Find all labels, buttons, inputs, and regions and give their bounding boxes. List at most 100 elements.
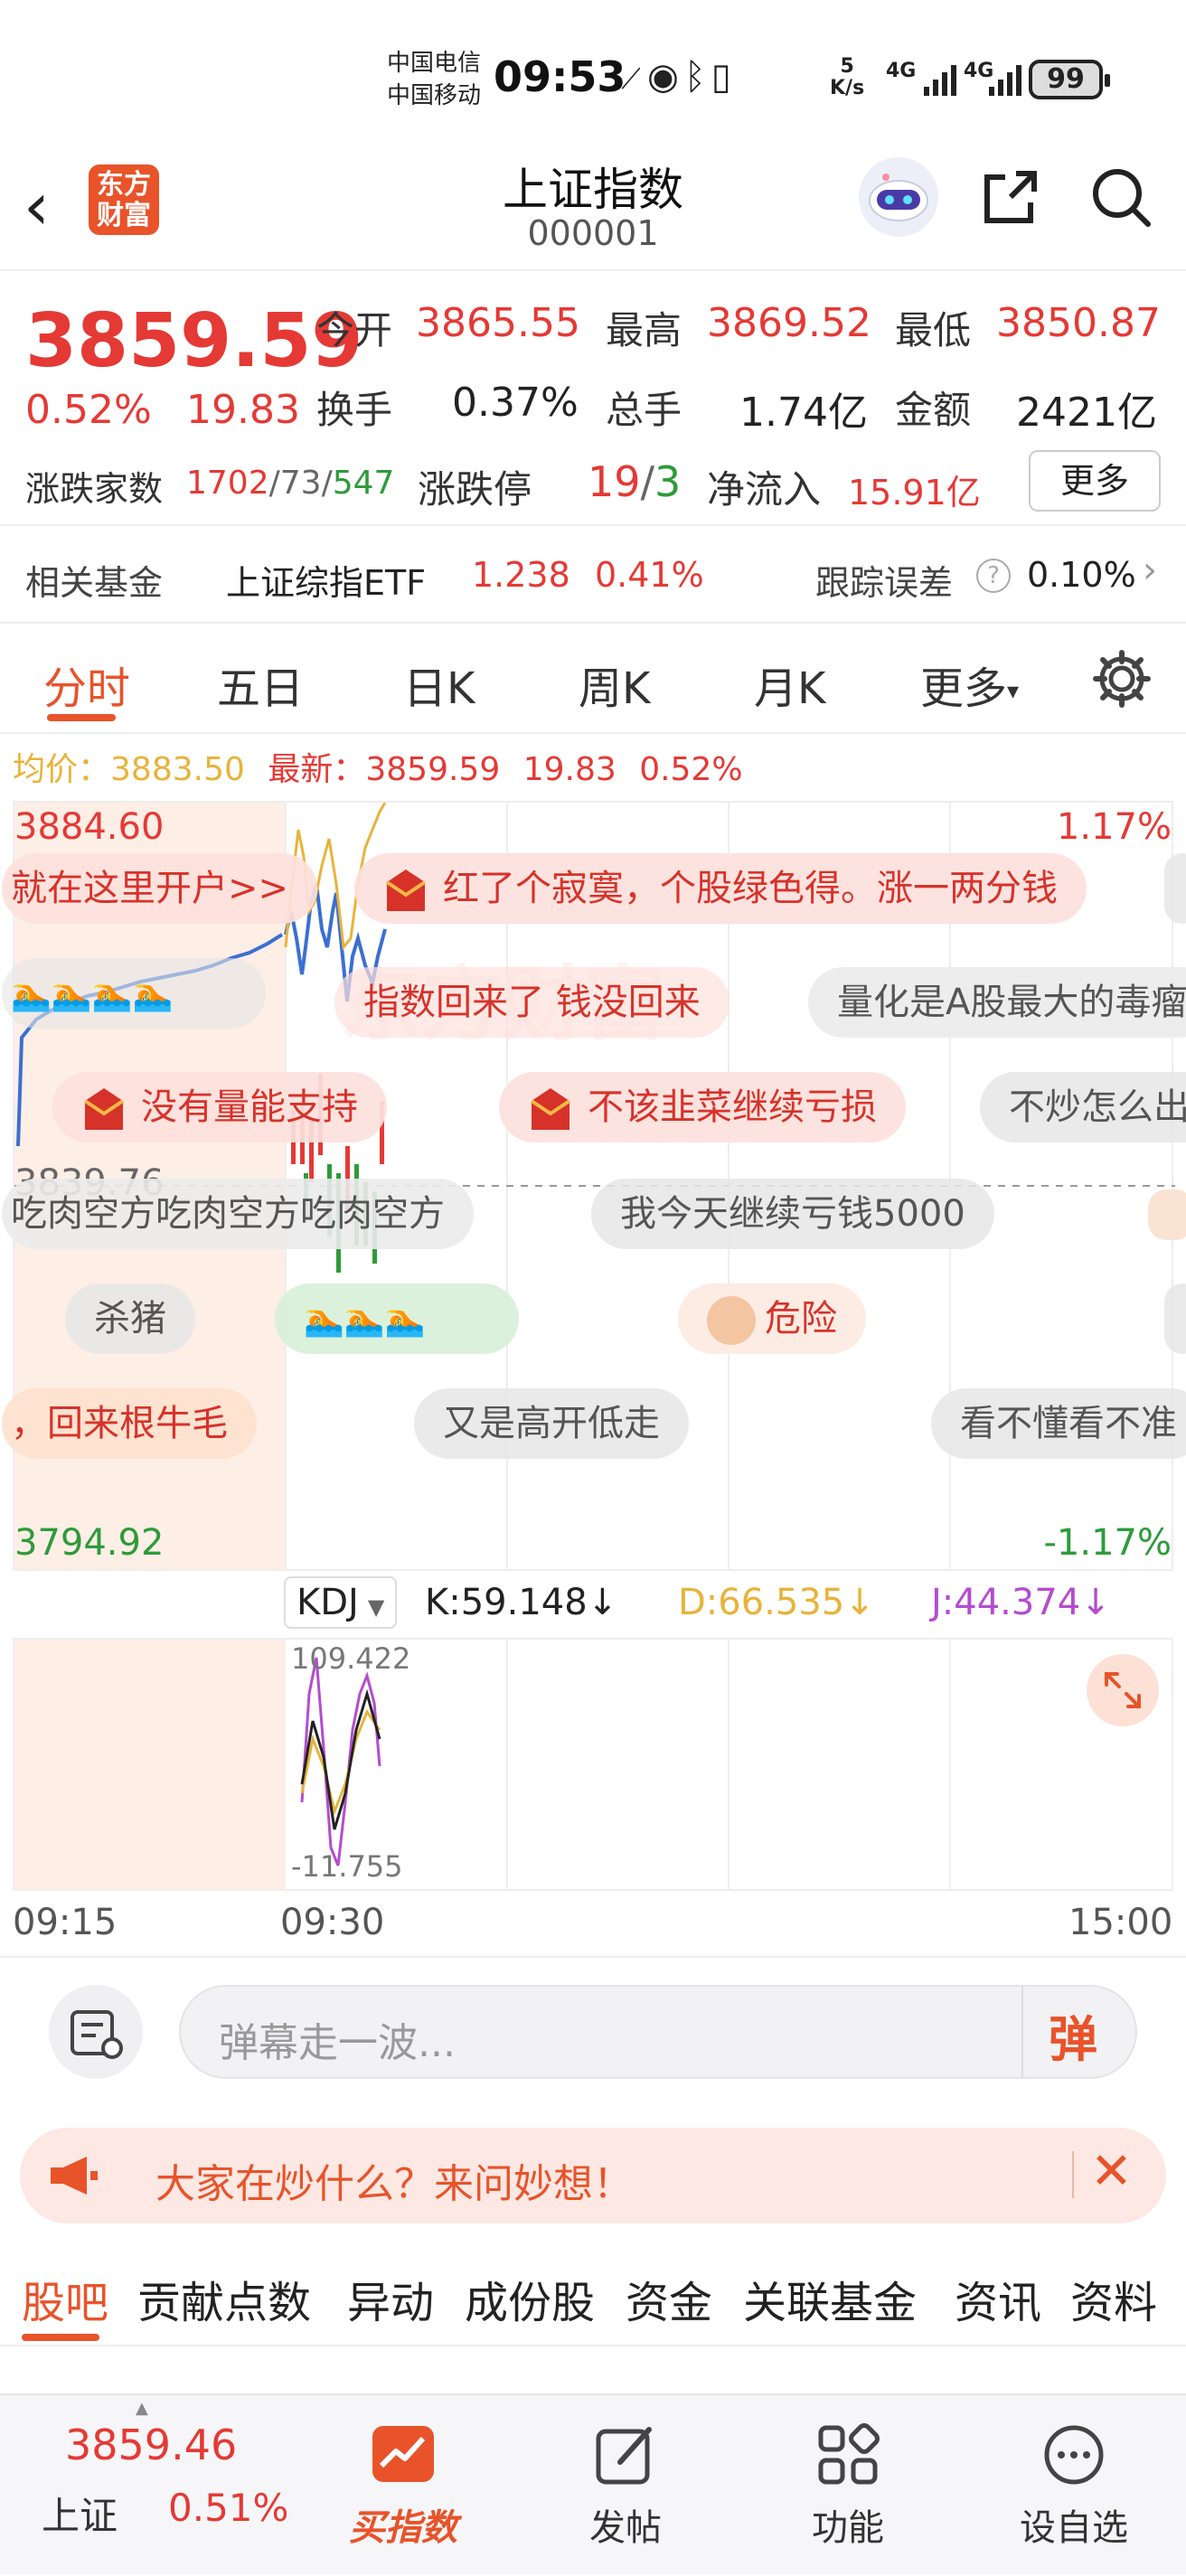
- index-quick-quote[interactable]: 3859.46 上证 0.51%: [0, 2395, 307, 2576]
- tab-more[interactable]: 更多▾: [920, 653, 1019, 716]
- nav-post-label: 发帖: [589, 2507, 662, 2549]
- time-label-open: 09:30: [280, 1902, 385, 1943]
- battery-icon: 99: [1029, 60, 1110, 99]
- close-icon[interactable]: ✕: [1090, 2142, 1133, 2201]
- danmu-bubble[interactable]: 就在这里开户>>: [2, 853, 318, 924]
- danmu-bubble[interactable]: 指数回来了 钱没回来: [334, 967, 729, 1038]
- bull-mascot-icon: [707, 1296, 756, 1345]
- updown-label: 涨跌家数: [25, 469, 164, 509]
- status-icons: ⟋◉ᛒ▯: [620, 56, 737, 98]
- more-button[interactable]: 更多: [1029, 450, 1161, 512]
- tab-daily-k[interactable]: 日K: [403, 653, 475, 716]
- edit-icon: [596, 2427, 652, 2485]
- share-icon[interactable]: [978, 165, 1043, 230]
- content-tabs: 股吧 贡献点数 异动 成份股 资金 关联基金 资讯 资料: [0, 2247, 1186, 2346]
- high-value: 3869.52: [707, 300, 871, 346]
- danmu-bubble[interactable]: 不该韭菜继续亏损: [499, 1072, 906, 1142]
- nav-add-watchlist[interactable]: 设自选: [993, 2422, 1155, 2551]
- current-price: 3859.59: [25, 298, 363, 384]
- search-icon[interactable]: [1088, 165, 1153, 230]
- swimmer-emoji-icon: 🏊🏊🏊: [304, 1302, 426, 1339]
- expand-icon[interactable]: [1087, 1654, 1159, 1726]
- up-count: 1702: [186, 465, 269, 502]
- red-envelope-icon: [83, 1088, 125, 1130]
- bluetooth-icon: ᛒ: [683, 56, 711, 98]
- danmu-bubble-emoji[interactable]: 🏊🏊🏊: [275, 1283, 519, 1354]
- tab-intraday[interactable]: 分时: [43, 653, 130, 716]
- danmu-bubble[interactable]: 杀猪: [65, 1283, 195, 1354]
- kdj-header: KDJ ▼ K:59.148↓ D:66.535↓ J:44.374↓: [0, 1573, 1186, 1638]
- link-icon: ⟋: [620, 56, 647, 98]
- signal-1-label: 4G: [886, 60, 917, 82]
- danmu-text: ，回来根牛毛: [11, 1403, 228, 1444]
- latest-percent: 0.52%: [639, 751, 743, 788]
- tab-anomaly[interactable]: 异动: [347, 2267, 434, 2330]
- limit-label: 涨跌停: [418, 467, 532, 512]
- tab-five-day[interactable]: 五日: [217, 653, 304, 716]
- danmu-text: 就在这里开户>>: [11, 868, 289, 909]
- tab-contribution-points[interactable]: 贡献点数: [137, 2267, 311, 2330]
- amount-value: 2421亿: [1016, 390, 1157, 436]
- fund-name[interactable]: 上证综指ETF: [226, 555, 426, 605]
- fund-percent: 0.41%: [595, 555, 704, 595]
- top-price-label: 3884.60: [14, 806, 165, 848]
- danmu-bubble[interactable]: 不炒怎么出: [980, 1072, 1186, 1142]
- danmu-bubble[interactable]: 没有量能支持: [52, 1072, 387, 1142]
- net-speed-unit: K/s: [830, 77, 865, 99]
- inflow-label: 净流入: [707, 467, 822, 512]
- tab-weekly-k[interactable]: 周K: [579, 653, 650, 716]
- intraday-chart[interactable]: 东方财富 3884.60 1.17% 3839.76 3794.92 -1.17…: [2, 801, 1186, 1571]
- indicator-name: KDJ: [296, 1582, 359, 1623]
- danmu-bubble[interactable]: 危险: [678, 1283, 866, 1354]
- tab-monthly-k[interactable]: 月K: [754, 653, 825, 716]
- carrier-info: 中国电信 中国移动: [387, 47, 481, 112]
- turnover-value: 0.37%: [452, 380, 579, 426]
- chevron-right-icon: ›: [1143, 550, 1157, 591]
- danmu-bubble[interactable]: ，回来根牛毛: [2, 1388, 257, 1459]
- tab-forum[interactable]: 股吧: [22, 2267, 108, 2330]
- price-summary-line: 均价：3883.50 最新：3859.59 19.83 0.52%: [13, 743, 743, 790]
- danmu-bubble-emoji[interactable]: 🏊🏊🏊🏊: [2, 958, 266, 1029]
- danmu-bubble[interactable]: 量化是A股最大的毒瘤: [808, 967, 1186, 1038]
- bottom-nav: ▲ 3859.46 上证 0.51% 买指数 发帖 功能 设自选: [0, 2393, 1186, 2574]
- time-label-close: 15:00: [1068, 1902, 1173, 1943]
- related-fund-row[interactable]: 相关基金 上证综指ETF 1.238 0.41% 跟踪误差 ? 0.10% ›: [0, 526, 1186, 624]
- danmu-settings-icon[interactable]: [49, 1985, 143, 2079]
- tab-profile[interactable]: 资料: [1070, 2267, 1157, 2330]
- top-percent-label: 1.17%: [1056, 806, 1172, 848]
- kdj-lines: [300, 1640, 951, 1889]
- index-quick-price: 3859.46: [65, 2421, 238, 2469]
- danmu-text: 没有量能支持: [141, 1086, 358, 1128]
- caret-down-icon: ▼: [367, 1594, 385, 1620]
- flat-count: 73: [279, 465, 322, 502]
- indicator-select[interactable]: KDJ ▼: [284, 1576, 398, 1629]
- danmu-bubble[interactable]: 又是高开低走: [414, 1388, 689, 1459]
- danmu-bubble[interactable]: 看不懂看不准: [931, 1388, 1186, 1459]
- nav-buy-index[interactable]: 买指数: [322, 2422, 485, 2551]
- nav-post[interactable]: 发帖: [544, 2422, 707, 2551]
- danmu-bubble[interactable]: 我今天继续亏钱5000: [591, 1179, 994, 1249]
- swimmer-emoji-icon: 🏊🏊🏊🏊: [11, 976, 174, 1013]
- help-icon[interactable]: ?: [976, 559, 1011, 593]
- fund-row-label: 相关基金: [25, 563, 164, 603]
- robot-avatar-icon[interactable]: [859, 157, 938, 237]
- turnover-label: 换手: [316, 388, 393, 432]
- nav-functions[interactable]: 功能: [767, 2422, 929, 2551]
- divider: [1021, 1987, 1023, 2077]
- settings-gear-icon[interactable]: [1090, 647, 1153, 710]
- kdj-chart[interactable]: 109.422 -11.755: [13, 1638, 1173, 1891]
- kdj-d-value: D:66.535↓: [678, 1582, 875, 1623]
- danmu-bubble[interactable]: 红了个寂寞，个股绿色得。涨一两分钱: [354, 853, 1087, 924]
- danmu-send-button[interactable]: 弹: [1049, 1999, 1097, 2071]
- tab-constituents[interactable]: 成份股: [465, 2267, 595, 2330]
- danmu-input[interactable]: 弹幕走一波... 弹: [179, 1985, 1137, 2079]
- kdj-bottom-label: -11.755: [291, 1849, 403, 1884]
- ask-banner[interactable]: 大家在炒什么？来问妙想！ ✕: [20, 2128, 1166, 2223]
- danmu-text: 红了个寂寞，个股绿色得。涨一两分钱: [443, 868, 1058, 909]
- tab-more-label: 更多: [920, 663, 1008, 714]
- danmu-bubble[interactable]: 吃肉空方吃肉空方吃肉空方: [2, 1179, 474, 1249]
- tab-fund-flow[interactable]: 资金: [626, 2267, 712, 2330]
- tab-related-funds[interactable]: 关联基金: [743, 2267, 917, 2330]
- volume-label: 总手: [606, 388, 682, 432]
- tab-news[interactable]: 资讯: [955, 2267, 1041, 2330]
